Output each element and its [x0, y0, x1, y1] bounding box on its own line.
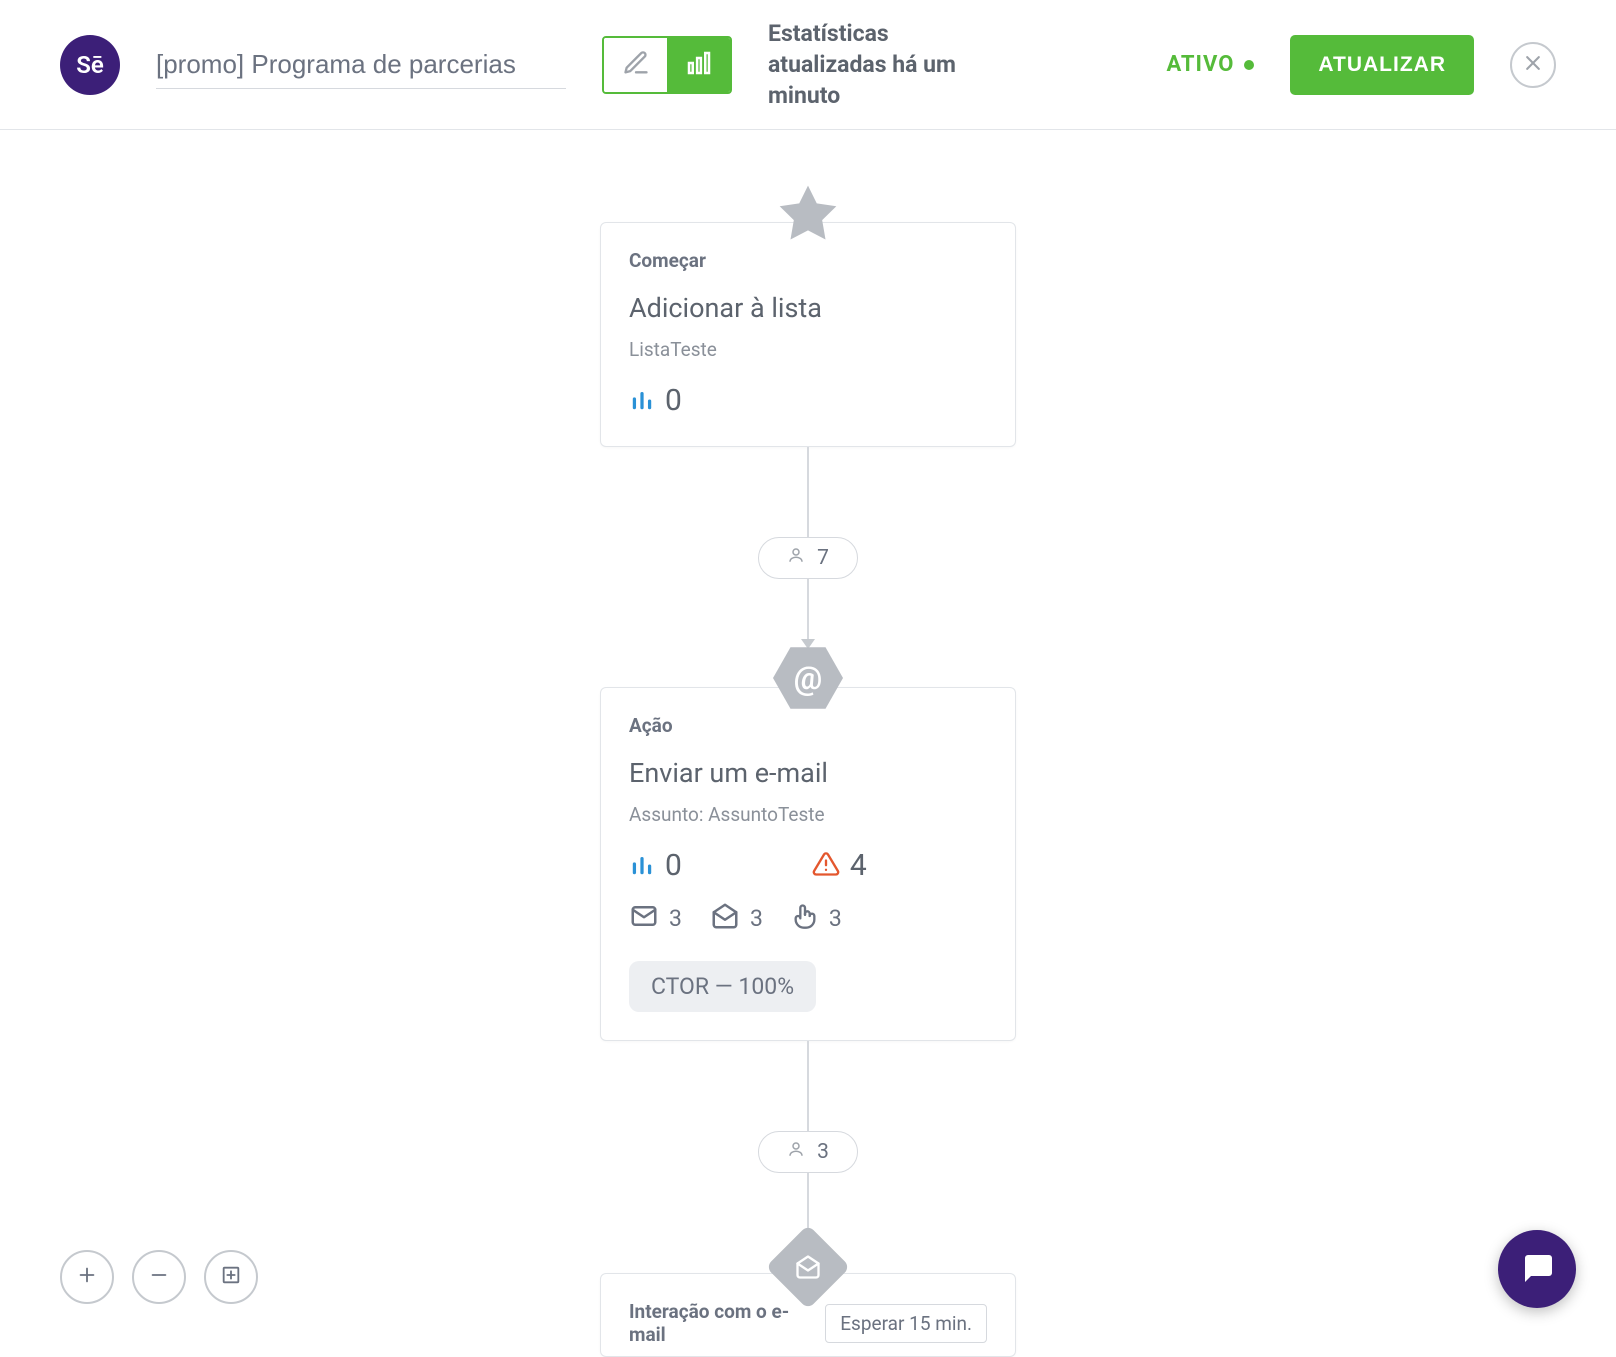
- status-dot-icon: [1244, 60, 1254, 70]
- in-flow-count: 0: [665, 848, 682, 883]
- chat-icon: [1519, 1249, 1555, 1289]
- node-action-card[interactable]: Ação Enviar um e-mail Assunto: AssuntoTe…: [600, 687, 1016, 1041]
- zoom-controls: [60, 1250, 258, 1304]
- fit-icon: [220, 1264, 242, 1290]
- ctor-pill: CTOR — 100%: [629, 961, 816, 1012]
- warning-icon: [812, 850, 840, 882]
- automation-title-input[interactable]: [156, 41, 566, 89]
- node-type-label: Ação: [629, 714, 987, 737]
- status-active: ATIVO: [1166, 52, 1254, 77]
- header: Sē Estatísticas atualizadas há um minuto…: [0, 0, 1616, 130]
- error-count: 4: [850, 848, 867, 883]
- bar-chart-icon: [629, 851, 655, 881]
- envelope-open-icon: [710, 901, 740, 935]
- close-button[interactable]: [1510, 42, 1556, 88]
- update-button[interactable]: ATUALIZAR: [1290, 35, 1474, 95]
- opened-count: 3: [750, 905, 763, 932]
- connector: [807, 447, 809, 537]
- close-icon: [1523, 53, 1543, 77]
- zoom-in-button[interactable]: [60, 1250, 114, 1304]
- clicked-count: 3: [829, 905, 842, 932]
- node-subtitle: Assunto: AssuntoTeste: [629, 803, 987, 826]
- connector: [807, 579, 809, 643]
- view-toggle: [602, 36, 732, 94]
- node-subtitle: ListaTeste: [629, 338, 987, 361]
- fit-screen-button[interactable]: [204, 1250, 258, 1304]
- sent-count: 3: [669, 905, 682, 932]
- pencil-icon: [622, 49, 650, 81]
- connector-count: 7: [817, 546, 829, 570]
- node-title: Adicionar à lista: [629, 292, 987, 324]
- connector-count: 3: [817, 1140, 829, 1164]
- user-icon: [787, 1140, 805, 1164]
- connector: [807, 1041, 809, 1131]
- node-type-label: Interação com o e-mail: [629, 1300, 813, 1346]
- pointer-icon: [791, 902, 819, 934]
- minus-icon: [148, 1264, 170, 1290]
- view-toggle-edit[interactable]: [604, 38, 667, 92]
- plus-icon: [76, 1264, 98, 1290]
- flow-container: Começar Adicionar à lista ListaTeste 0 7…: [600, 180, 1016, 1357]
- connector-count-pill: 7: [758, 537, 858, 579]
- chat-launcher[interactable]: [1498, 1230, 1576, 1308]
- node-start-card[interactable]: Começar Adicionar à lista ListaTeste 0: [600, 222, 1016, 447]
- logo-text: Sē: [76, 51, 104, 79]
- stats-updated-text: Estatísticas atualizadas há um minuto: [768, 18, 998, 111]
- node-title: Enviar um e-mail: [629, 757, 987, 789]
- bar-chart-icon: [684, 48, 714, 82]
- wait-chip: Esperar 15 min.: [825, 1304, 987, 1343]
- star-icon: [774, 180, 842, 248]
- bar-chart-icon: [629, 386, 655, 416]
- user-icon: [787, 546, 805, 570]
- node-type-label: Começar: [629, 249, 987, 272]
- status-label: ATIVO: [1166, 52, 1234, 77]
- logo: Sē: [60, 35, 120, 95]
- in-flow-count: 0: [665, 383, 682, 418]
- envelope-icon: [629, 901, 659, 935]
- zoom-out-button[interactable]: [132, 1250, 186, 1304]
- view-toggle-stats[interactable]: [667, 38, 730, 92]
- flow-canvas[interactable]: Começar Adicionar à lista ListaTeste 0 7…: [0, 130, 1616, 1348]
- connector-count-pill: 3: [758, 1131, 858, 1173]
